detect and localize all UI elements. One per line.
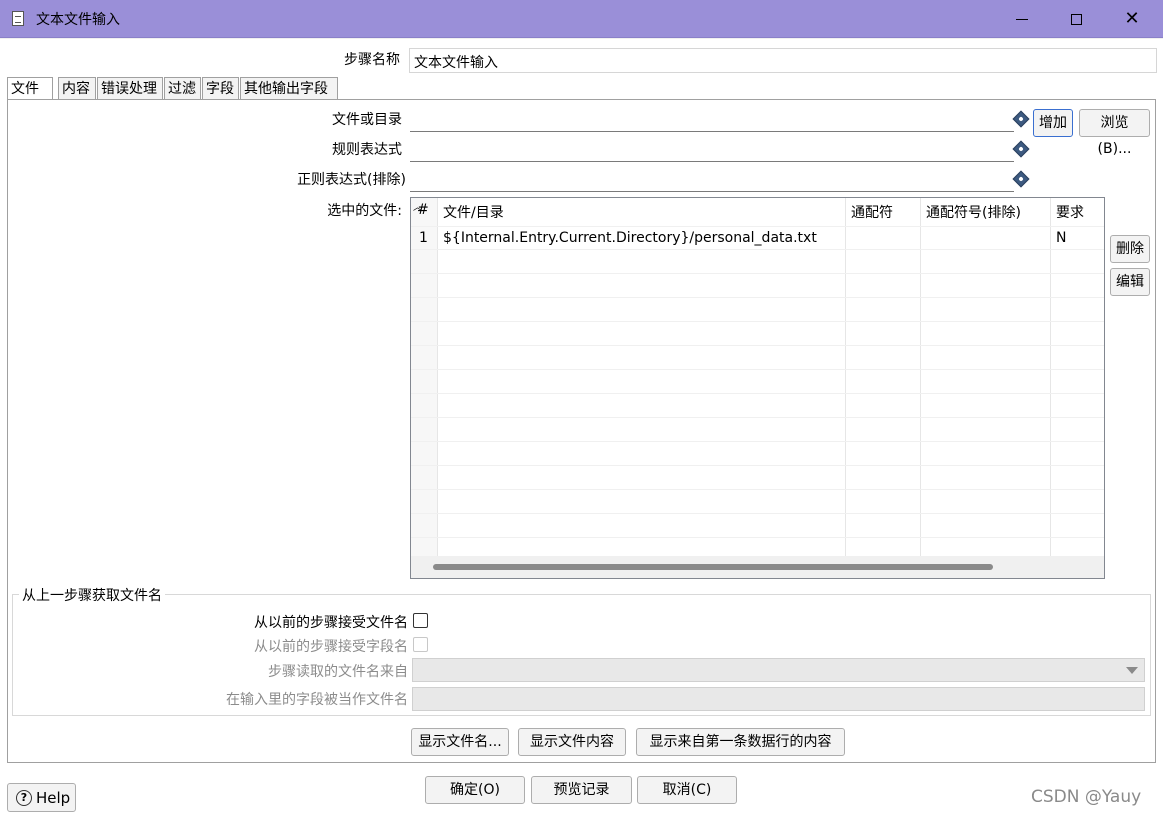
ok-button[interactable]: 确定(O)	[425, 776, 525, 804]
chevron-down-icon	[1126, 667, 1138, 674]
regex-label: 规则表达式	[332, 142, 402, 158]
field-as-filename-input[interactable]	[412, 687, 1145, 711]
field-as-filename-label: 在输入里的字段被当作文件名	[226, 692, 408, 708]
accept-filenames-checkbox[interactable]	[413, 613, 428, 628]
col-header-path[interactable]: 文件/目录	[437, 198, 510, 226]
file-or-dir-input[interactable]	[410, 108, 1014, 132]
help-button[interactable]: ? Help	[7, 783, 76, 812]
tab-filter[interactable]: 过滤	[164, 77, 201, 100]
tab-error-handling[interactable]: 错误处理	[97, 77, 163, 100]
group-legend: 从上一步骤获取文件名	[19, 585, 165, 605]
accept-fieldnames-checkbox[interactable]	[413, 637, 428, 652]
col-header-wildcard-exclude[interactable]: 通配符号(排除)	[920, 198, 1027, 226]
watermark: CSDN @Yauy	[1031, 787, 1142, 807]
show-first-row-content-button[interactable]: 显示来自第一条数据行的内容	[636, 728, 845, 756]
tab-fields[interactable]: 字段	[202, 77, 239, 100]
selected-files-table[interactable]: ︿ # 文件/目录 通配符 通配符号(排除) 要求 1 ${Internal.E…	[410, 197, 1105, 579]
add-button[interactable]: 增加	[1033, 109, 1073, 137]
tab-file[interactable]: 文件	[7, 77, 53, 101]
step-source-label: 步骤读取的文件名来自	[268, 664, 408, 680]
dialog-body: 步骤名称 文本文件输入 文件 内容 错误处理 过滤 字段 其他输出字段 文件或目…	[0, 0, 1163, 819]
help-label: Help	[36, 789, 71, 807]
edit-button[interactable]: 编辑	[1110, 268, 1150, 296]
col-header-required[interactable]: 要求	[1050, 198, 1090, 226]
col-header-wildcard[interactable]: 通配符	[845, 198, 899, 226]
cancel-button[interactable]: 取消(C)	[637, 776, 737, 804]
selected-files-label: 选中的文件:	[327, 203, 402, 219]
row-number: 1	[419, 230, 428, 246]
step-name-input[interactable]: 文本文件输入	[409, 48, 1157, 73]
tab-content[interactable]: 内容	[58, 77, 96, 100]
regex-exclude-input[interactable]	[410, 168, 1014, 192]
horizontal-scrollbar[interactable]	[411, 556, 1104, 578]
preview-button[interactable]: 预览记录	[531, 776, 632, 804]
scrollbar-thumb[interactable]	[433, 564, 993, 570]
delete-button[interactable]: 删除	[1110, 235, 1150, 263]
required-cell[interactable]: N	[1056, 230, 1066, 246]
show-filenames-button[interactable]: 显示文件名...	[411, 728, 509, 756]
tab-other-output-fields[interactable]: 其他输出字段	[240, 77, 338, 100]
accept-filenames-label: 从以前的步骤接受文件名	[254, 615, 408, 631]
regex-input[interactable]	[410, 138, 1014, 162]
show-file-content-button[interactable]: 显示文件内容	[518, 728, 626, 756]
regex-exclude-label: 正则表达式(排除)	[297, 172, 406, 188]
step-name-label: 步骤名称	[344, 52, 400, 68]
row-number-column	[411, 198, 437, 556]
browse-button[interactable]: 浏览(B)...	[1079, 109, 1150, 157]
step-source-select[interactable]	[412, 658, 1145, 682]
help-icon: ?	[16, 790, 32, 806]
file-path-cell[interactable]: ${Internal.Entry.Current.Directory}/pers…	[443, 230, 817, 246]
accept-fieldnames-label: 从以前的步骤接受字段名	[254, 639, 408, 655]
col-header-num[interactable]: #	[411, 198, 435, 226]
file-or-dir-label: 文件或目录	[332, 112, 402, 128]
